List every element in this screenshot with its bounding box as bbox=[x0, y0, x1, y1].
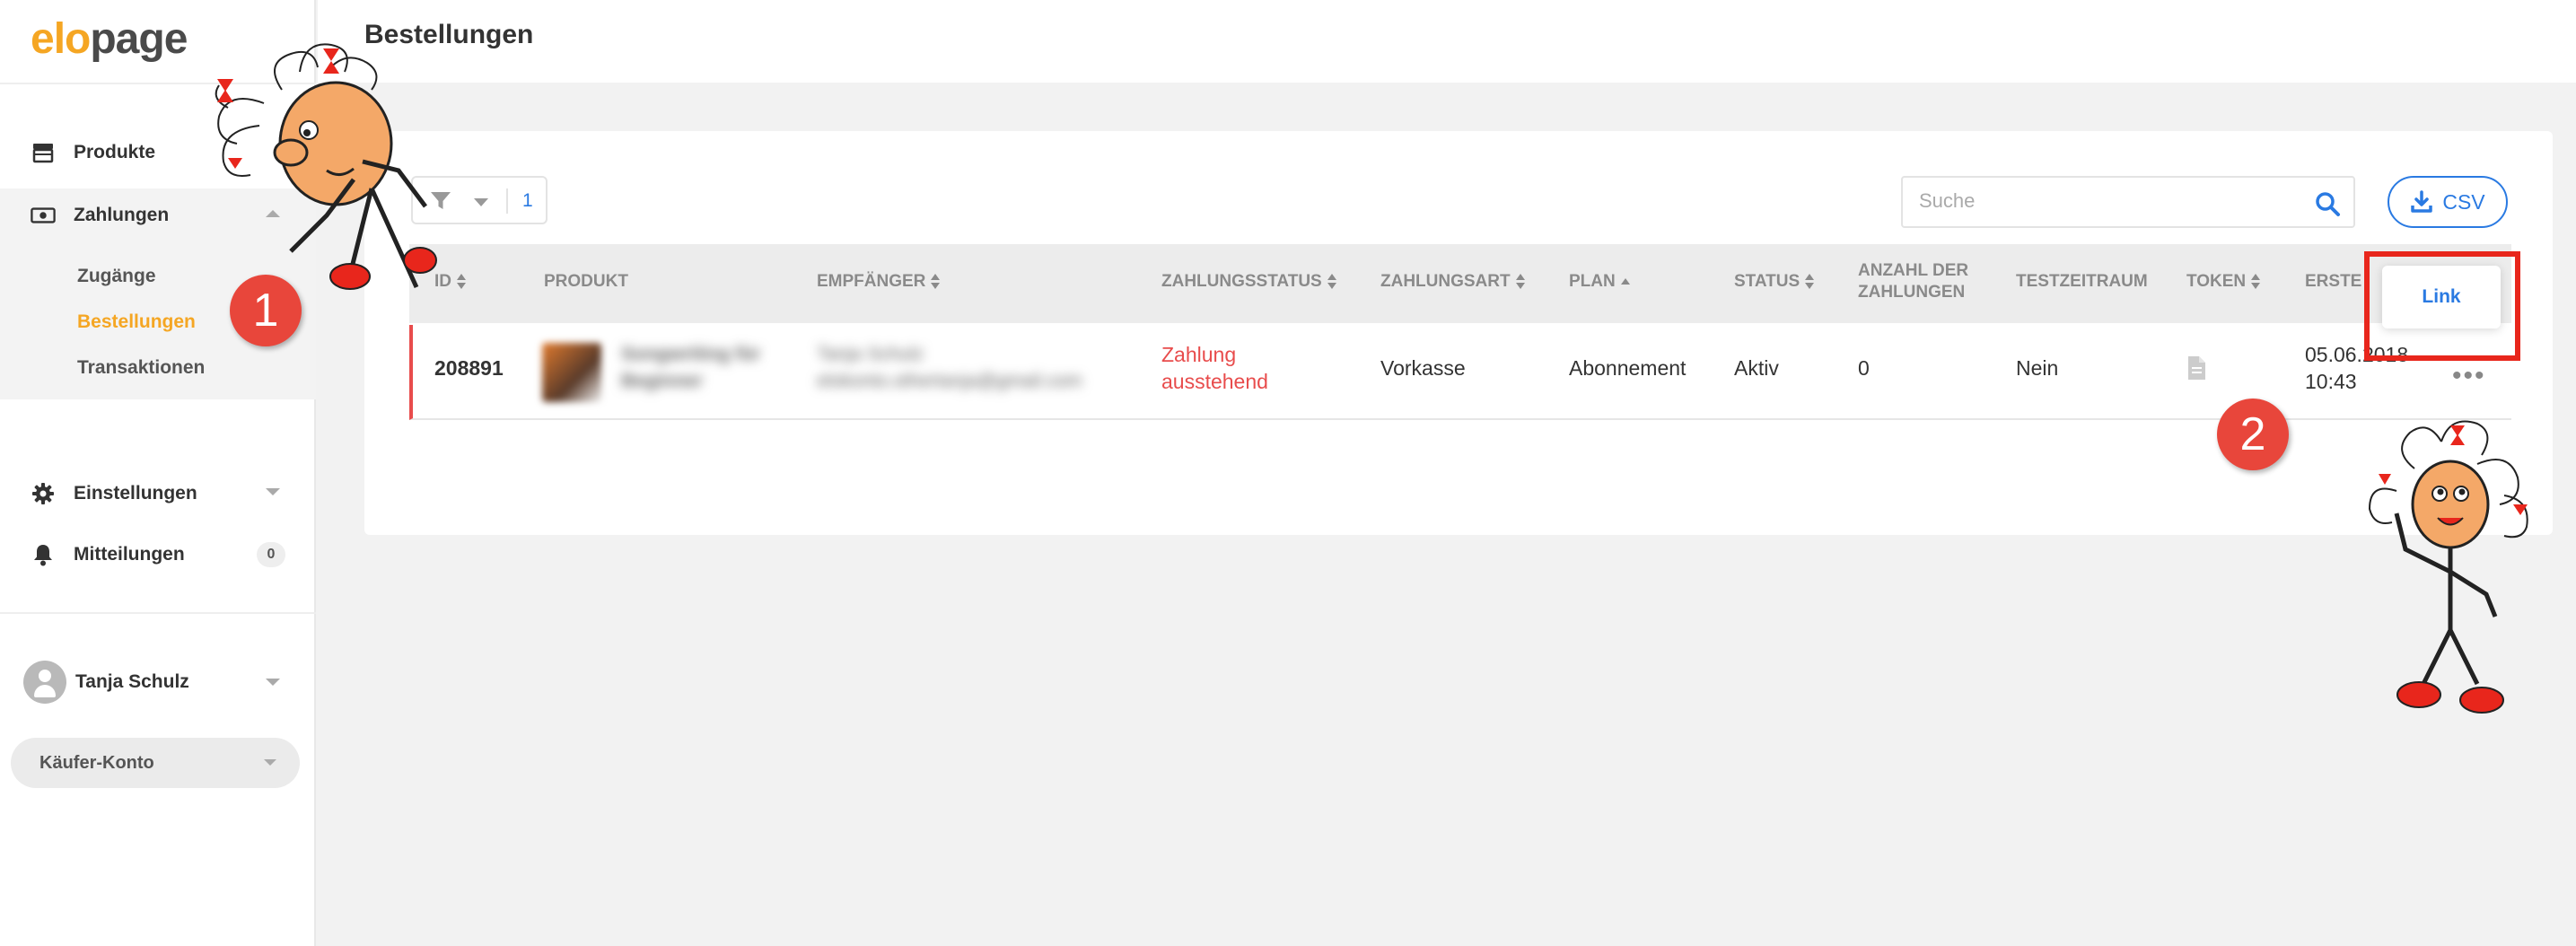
plan: Abonnement bbox=[1569, 356, 1687, 380]
sort-icon bbox=[457, 273, 466, 290]
more-options-icon[interactable]: ••• bbox=[2452, 361, 2486, 391]
bell-icon bbox=[31, 542, 56, 567]
elopage-logo[interactable]: elopage bbox=[31, 14, 188, 64]
sidebar-subitem-zugaenge[interactable]: Zugänge bbox=[77, 266, 156, 287]
mascot-illustration bbox=[215, 43, 437, 290]
notification-count-badge: 0 bbox=[257, 542, 285, 567]
column-header-empfaenger[interactable]: EMPFÄNGER bbox=[817, 271, 941, 293]
sidebar-item-label: Einstellungen bbox=[74, 483, 197, 504]
download-icon bbox=[2411, 190, 2433, 213]
sort-icon bbox=[1327, 273, 1336, 290]
product-thumbnail bbox=[542, 343, 601, 402]
order-id[interactable]: 208891 bbox=[434, 355, 504, 381]
document-icon[interactable] bbox=[2186, 355, 2206, 381]
sort-ascending-icon bbox=[1620, 274, 1630, 290]
product-name[interactable]: Songwriting für Beginner bbox=[621, 341, 760, 395]
user-name: Tanja Schulz bbox=[75, 671, 189, 692]
buyer-account-label: Käufer-Konto bbox=[39, 753, 154, 773]
filter-count: 1 bbox=[522, 190, 533, 211]
column-header-zahlungsstatus[interactable]: ZAHLUNGSSTATUS bbox=[1161, 271, 1336, 293]
sidebar-item-mitteilungen[interactable]: Mitteilungen 0 bbox=[0, 524, 316, 585]
trial-period: Nein bbox=[2016, 356, 2059, 380]
sidebar-item-label: Zahlungen bbox=[74, 205, 170, 225]
mascot-illustration bbox=[2368, 420, 2528, 714]
chevron-down-icon bbox=[474, 198, 488, 206]
highlight-frame bbox=[2364, 251, 2520, 361]
step-badge-2: 2 bbox=[2217, 399, 2289, 470]
search-input[interactable] bbox=[1919, 189, 2278, 213]
recipient: Tanja Schulz elokonto.othertanja@gmail.c… bbox=[817, 344, 1082, 391]
sort-icon bbox=[931, 273, 941, 290]
sidebar-item-label: Mitteilungen bbox=[74, 544, 185, 565]
payment-count: 0 bbox=[1858, 356, 1870, 380]
column-header-erstellt: ERSTE bbox=[2305, 272, 2362, 291]
sort-icon bbox=[1805, 273, 1815, 290]
csv-export-button[interactable]: CSV bbox=[2388, 176, 2508, 228]
chevron-down-icon[interactable] bbox=[266, 488, 280, 495]
sidebar-item-label: Produkte bbox=[74, 142, 156, 162]
column-header-zahlungsart[interactable]: ZAHLUNGSART bbox=[1380, 271, 1525, 293]
column-header-plan[interactable]: PLAN bbox=[1569, 271, 1630, 293]
sidebar-item-einstellungen[interactable]: Einstellungen bbox=[0, 463, 316, 524]
avatar bbox=[23, 661, 66, 704]
sort-icon bbox=[1515, 273, 1525, 290]
sidebar-subitem-transaktionen[interactable]: Transaktionen bbox=[77, 357, 205, 379]
money-icon bbox=[31, 203, 56, 228]
user-menu[interactable]: Tanja Schulz bbox=[0, 653, 316, 711]
csv-label: CSV bbox=[2442, 189, 2485, 214]
column-header-testzeitraum: TESTZEITRAUM bbox=[2016, 272, 2148, 291]
gear-icon bbox=[31, 481, 56, 506]
sidebar-subitem-bestellungen[interactable]: Bestellungen bbox=[77, 311, 196, 333]
sort-icon bbox=[2251, 273, 2261, 290]
search-icon[interactable] bbox=[2314, 190, 2341, 217]
column-header-status[interactable]: STATUS bbox=[1734, 271, 1815, 293]
buyer-account-button[interactable]: Käufer-Konto bbox=[11, 738, 300, 788]
payment-status: Zahlung ausstehend bbox=[1161, 343, 1268, 393]
column-header-anzahl-der-zahlungen: ANZAHL DER ZAHLUNGEN bbox=[1858, 261, 1969, 302]
filter-separator bbox=[506, 188, 508, 214]
sidebar-divider bbox=[0, 612, 316, 614]
store-icon bbox=[31, 140, 56, 165]
chevron-down-icon[interactable] bbox=[266, 679, 280, 686]
payment-method: Vorkasse bbox=[1380, 356, 1466, 380]
status: Aktiv bbox=[1734, 356, 1779, 380]
page-header: Bestellungen bbox=[318, 0, 2576, 83]
column-header-produkt: PRODUKT bbox=[544, 272, 628, 291]
column-header-token[interactable]: TOKEN bbox=[2186, 271, 2261, 293]
search-box bbox=[1901, 176, 2355, 228]
chevron-down-icon bbox=[264, 759, 276, 766]
